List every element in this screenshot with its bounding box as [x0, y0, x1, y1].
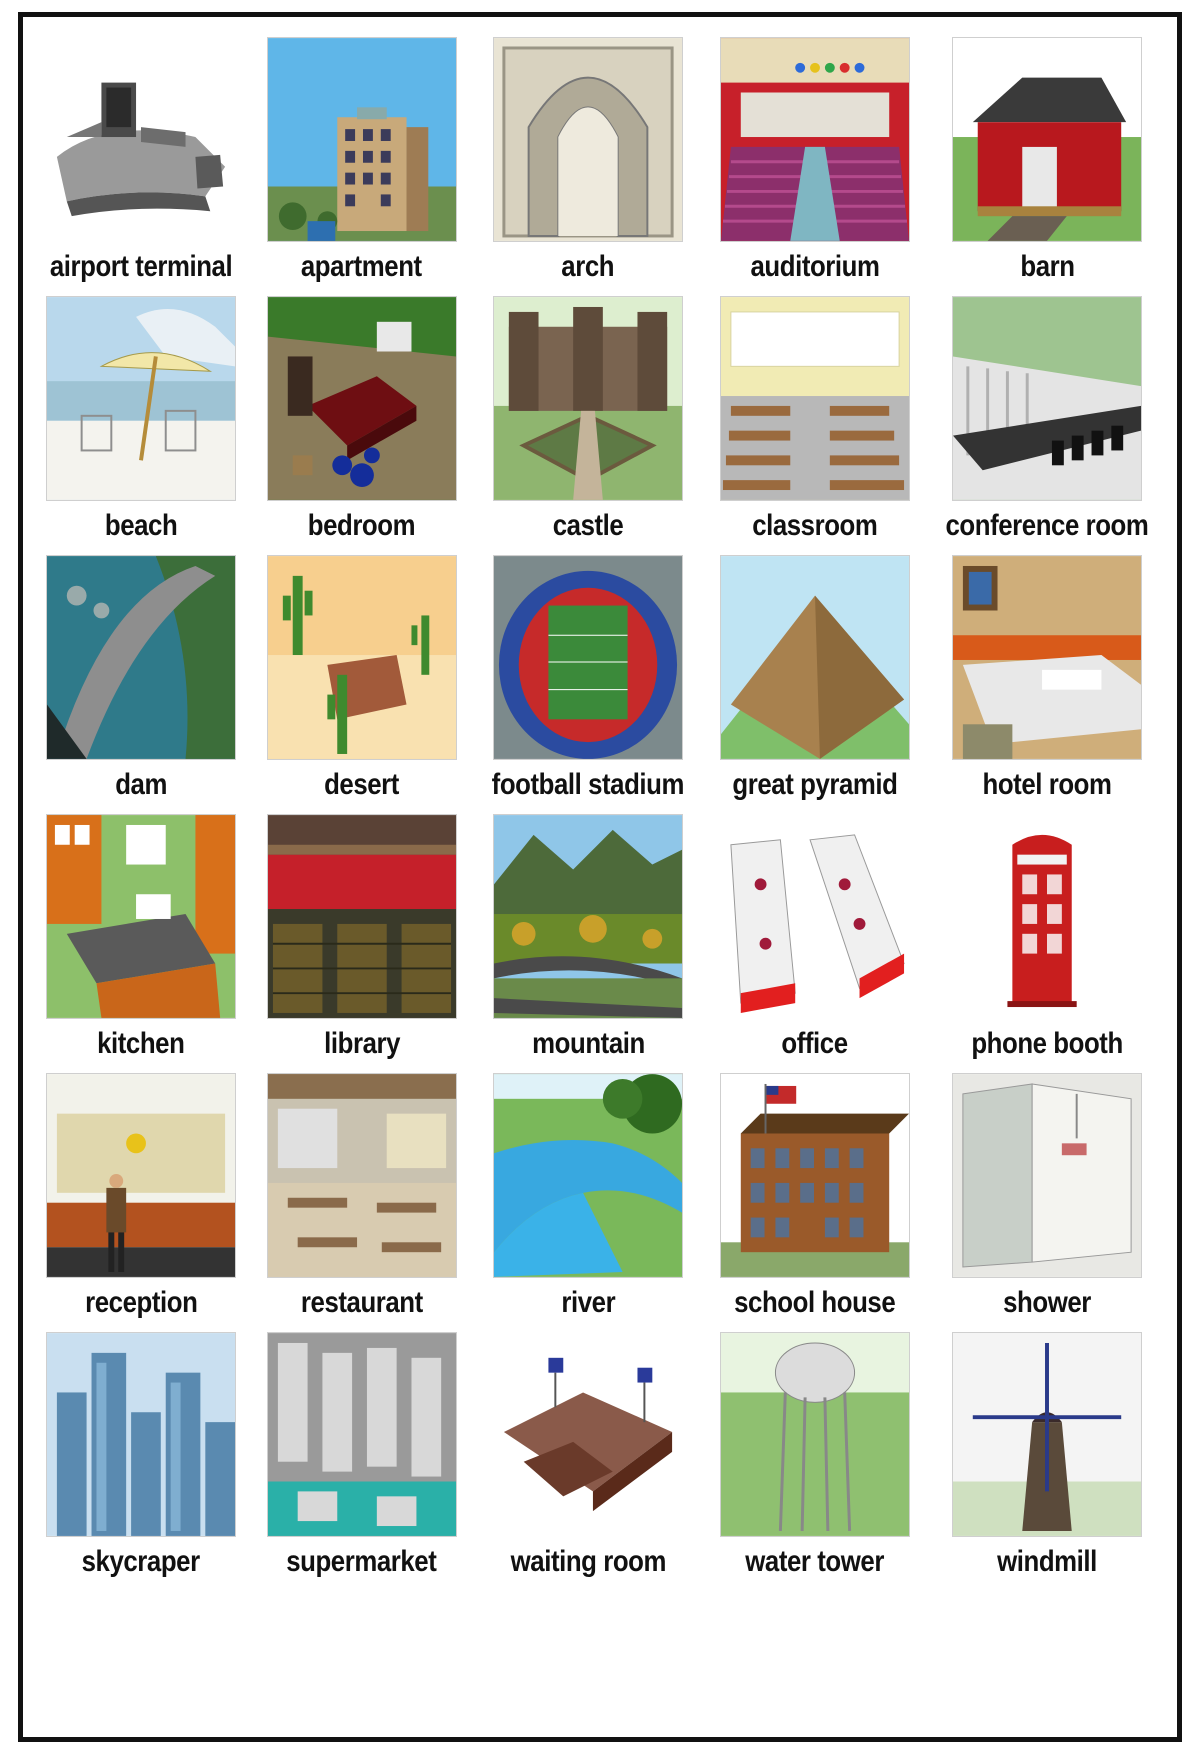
kitchen-icon — [46, 814, 237, 1019]
scene-label: school house — [733, 1286, 896, 1319]
scene-card: airport terminal — [35, 29, 247, 284]
scene-label: desert — [324, 768, 400, 801]
scene-card: windmill — [929, 1324, 1165, 1579]
scene-card: classroom — [718, 288, 911, 543]
scene-label: supermarket — [286, 1545, 438, 1578]
scene-card: waiting room — [476, 1324, 700, 1579]
dam-icon — [46, 555, 237, 760]
scene-card: skycraper — [35, 1324, 247, 1579]
scene-label: apartment — [301, 250, 423, 283]
great-pyramid-icon — [719, 555, 910, 760]
office-icon — [719, 814, 910, 1019]
scene-card: castle — [476, 288, 700, 543]
hotel-room-icon — [952, 555, 1143, 760]
scene-card: auditorium — [718, 29, 911, 284]
scene-label: kitchen — [97, 1027, 185, 1060]
supermarket-icon — [266, 1332, 457, 1537]
scene-card: reception — [35, 1065, 247, 1320]
scene-card: barn — [929, 29, 1165, 284]
shower-icon — [952, 1073, 1143, 1278]
scene-label: skycraper — [81, 1545, 201, 1578]
scene-card: hotel room — [929, 547, 1165, 802]
scene-label: great pyramid — [731, 768, 898, 801]
auditorium-icon — [719, 37, 910, 242]
airport-terminal-icon — [46, 37, 237, 242]
reception-icon — [46, 1073, 237, 1278]
scene-grid: airport terminal apartment arch auditori… — [35, 29, 1165, 1729]
scene-card: library — [265, 806, 458, 1061]
scene-label: waiting room — [510, 1545, 666, 1578]
phone-booth-icon — [952, 814, 1143, 1019]
scene-label: conference room — [945, 509, 1149, 542]
bedroom-icon — [266, 296, 457, 501]
scene-label: hotel room — [982, 768, 1112, 801]
scene-card: dam — [35, 547, 247, 802]
football-stadium-icon — [493, 555, 684, 760]
scene-card: school house — [718, 1065, 911, 1320]
scene-card: phone booth — [929, 806, 1165, 1061]
beach-icon — [46, 296, 237, 501]
apartment-icon — [266, 37, 457, 242]
scene-card: arch — [476, 29, 700, 284]
scene-card: water tower — [718, 1324, 911, 1579]
scene-card: restaurant — [265, 1065, 458, 1320]
school-house-icon — [719, 1073, 910, 1278]
scene-card: shower — [929, 1065, 1165, 1320]
scene-label: library — [323, 1027, 400, 1060]
classroom-icon — [719, 296, 910, 501]
scene-label: dam — [115, 768, 167, 801]
castle-icon — [493, 296, 684, 501]
scene-card: apartment — [265, 29, 458, 284]
scene-label: barn — [1019, 250, 1075, 283]
scene-label: auditorium — [750, 250, 879, 283]
scene-label: arch — [561, 250, 615, 283]
windmill-icon — [952, 1332, 1143, 1537]
scene-label: reception — [84, 1286, 198, 1319]
scene-card: conference room — [929, 288, 1165, 543]
scene-label: football stadium — [491, 768, 685, 801]
scene-label: beach — [104, 509, 178, 542]
scene-label: classroom — [751, 509, 878, 542]
scene-chart-frame: airport terminal apartment arch auditori… — [18, 12, 1182, 1742]
scene-label: office — [781, 1027, 848, 1060]
scene-label: castle — [552, 509, 624, 542]
scene-card: river — [476, 1065, 700, 1320]
scene-label: water tower — [745, 1545, 884, 1578]
library-icon — [266, 814, 457, 1019]
scene-card: football stadium — [476, 547, 700, 802]
water-tower-icon — [719, 1332, 910, 1537]
skyscraper-icon — [46, 1332, 237, 1537]
scene-card: office — [718, 806, 911, 1061]
scene-label: restaurant — [300, 1286, 423, 1319]
scene-card: bedroom — [265, 288, 458, 543]
scene-label: river — [561, 1286, 615, 1319]
conference-room-icon — [952, 296, 1143, 501]
arch-icon — [493, 37, 684, 242]
scene-label: airport terminal — [49, 250, 233, 283]
scene-card: supermarket — [265, 1324, 458, 1579]
mountain-icon — [493, 814, 684, 1019]
waiting-room-icon — [493, 1332, 684, 1537]
scene-label: phone booth — [971, 1027, 1123, 1060]
scene-label: windmill — [997, 1545, 1097, 1578]
desert-icon — [266, 555, 457, 760]
scene-label: bedroom — [307, 509, 416, 542]
river-icon — [493, 1073, 684, 1278]
scene-card: desert — [265, 547, 458, 802]
scene-card: mountain — [476, 806, 700, 1061]
barn-icon — [952, 37, 1143, 242]
restaurant-icon — [266, 1073, 457, 1278]
scene-label: shower — [1003, 1286, 1091, 1319]
scene-label: mountain — [531, 1027, 645, 1060]
scene-card: kitchen — [35, 806, 247, 1061]
scene-card: beach — [35, 288, 247, 543]
scene-card: great pyramid — [718, 547, 911, 802]
